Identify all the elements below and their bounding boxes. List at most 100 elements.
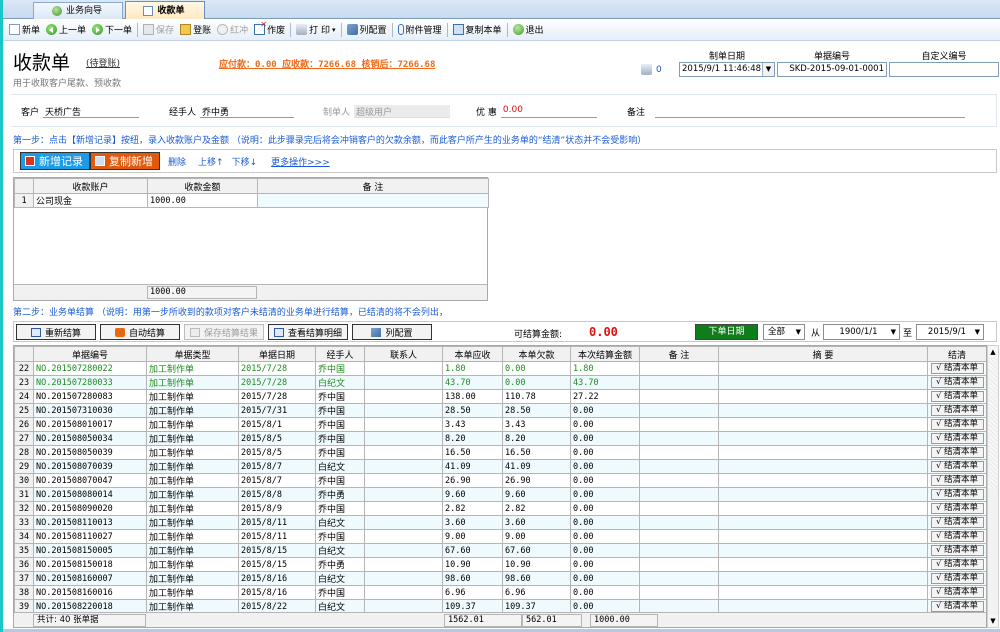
summary-cell[interactable] xyxy=(718,417,928,432)
recalculate-button[interactable]: 重新结算 xyxy=(16,324,96,340)
exit-button[interactable]: 退出 xyxy=(510,21,547,39)
from-date-picker[interactable]: 1900/1/1 ▼ xyxy=(823,324,900,340)
scroll-down-icon[interactable]: ▼ xyxy=(988,615,998,627)
custom-number-field[interactable] xyxy=(889,62,999,77)
table-row[interactable]: 30 NO.201508070047 加工制作单 2015/8/7 乔中国 26.90 26… xyxy=(14,473,986,488)
column-config-button[interactable]: 列配置 xyxy=(352,324,432,340)
settle-document-button[interactable]: √ 结清本单 xyxy=(930,489,984,500)
customer-field[interactable]: 客户 天桥广告 xyxy=(21,105,140,118)
range-select[interactable]: 全部 ▼ xyxy=(763,324,805,340)
column-config-button[interactable]: 列配置 xyxy=(344,21,390,39)
settle-document-button[interactable]: √ 结清本单 xyxy=(930,475,984,486)
settle-document-button[interactable]: √ 结清本单 xyxy=(930,433,984,444)
settle-cell[interactable]: 27.22 xyxy=(570,389,640,404)
summary-cell[interactable] xyxy=(718,445,928,460)
handler-input[interactable]: 乔中勇 xyxy=(200,105,295,118)
column-header[interactable]: 单据日期 xyxy=(238,346,316,362)
previous-button[interactable]: 上一单 xyxy=(43,21,89,39)
table-row[interactable]: 34 NO.201508110027 加工制作单 2015/8/11 乔中国 9.00 9.… xyxy=(14,529,986,544)
chevron-down-icon[interactable]: ▼ xyxy=(762,63,774,76)
tab-receipt[interactable]: 收款单 xyxy=(125,1,205,20)
table-row[interactable]: 22 NO.201507280022 加工制作单 2015/7/28 乔中国 1.80 0.… xyxy=(14,361,986,376)
settle-cell[interactable]: 0.00 xyxy=(570,487,640,502)
auto-settle-button[interactable]: 自动结算 xyxy=(100,324,180,340)
view-settlement-detail-button[interactable]: 查看结算明细 xyxy=(268,324,348,340)
copy-document-button[interactable]: 复制本单 xyxy=(450,21,505,39)
add-record-button[interactable]: 新增记录 xyxy=(20,152,90,170)
settle-document-button[interactable]: √ 结清本单 xyxy=(930,363,984,374)
settle-document-button[interactable]: √ 结清本单 xyxy=(930,461,984,472)
table-row[interactable]: 1 公司现金 1000.00 xyxy=(14,193,489,208)
settle-cell[interactable]: 0.00 xyxy=(570,585,640,600)
settle-document-button[interactable]: √ 结清本单 xyxy=(930,503,984,514)
table-row[interactable]: 24 NO.201507280083 加工制作单 2015/7/28 乔中国 138.00… xyxy=(14,389,986,404)
column-header[interactable]: 收款账户 xyxy=(33,178,148,194)
date-picker[interactable]: 2015/9/1 11:46:48 ▼ xyxy=(679,62,775,77)
tab-business-guide[interactable]: 业务向导 xyxy=(33,2,123,19)
vertical-scrollbar[interactable]: ▲ ▼ xyxy=(987,345,999,628)
remark-cell[interactable] xyxy=(639,361,719,376)
next-button[interactable]: 下一单 xyxy=(89,21,135,39)
settle-cell[interactable]: 43.70 xyxy=(570,375,640,390)
remark-cell[interactable] xyxy=(639,557,719,572)
summary-cell[interactable] xyxy=(718,431,928,446)
column-header[interactable]: 本次结算金额 xyxy=(570,346,640,362)
summary-cell[interactable] xyxy=(718,389,928,404)
remark-cell[interactable] xyxy=(639,571,719,586)
column-header[interactable]: 摘 要 xyxy=(718,346,928,362)
settle-cell[interactable]: 0.00 xyxy=(570,445,640,460)
remark-cell[interactable] xyxy=(639,417,719,432)
settle-cell[interactable]: 0.00 xyxy=(570,543,640,558)
column-header[interactable]: 备 注 xyxy=(639,346,719,362)
print-count[interactable]: 0 xyxy=(641,64,662,75)
table-row[interactable]: 35 NO.201508150005 加工制作单 2015/8/15 白纪文 67.60 6… xyxy=(14,543,986,558)
move-up-link[interactable]: 上移↑ xyxy=(198,155,224,168)
settle-cell[interactable]: 0.00 xyxy=(570,515,640,530)
discount-input[interactable]: 0.00 xyxy=(500,105,597,118)
settle-cell[interactable]: 0.00 xyxy=(570,473,640,488)
settle-document-button[interactable]: √ 结清本单 xyxy=(930,587,984,598)
to-date-picker[interactable]: 2015/9/1 ▼ xyxy=(916,324,984,340)
remark-cell[interactable] xyxy=(639,459,719,474)
column-header[interactable]: 单据编号 xyxy=(33,346,147,362)
table-row[interactable]: 37 NO.201508160007 加工制作单 2015/8/16 白纪文 98.60 9… xyxy=(14,571,986,586)
table-row[interactable]: 32 NO.201508090020 加工制作单 2015/8/9 乔中国 2.82 2.8… xyxy=(14,501,986,516)
table-row[interactable]: 27 NO.201508050034 加工制作单 2015/8/5 乔中国 8.20 8.2… xyxy=(14,431,986,446)
discount-field[interactable]: 优 惠 0.00 xyxy=(476,105,597,118)
remark-field[interactable]: 备注 xyxy=(627,105,966,118)
settle-document-button[interactable]: √ 结清本单 xyxy=(930,405,984,416)
remark-cell[interactable] xyxy=(639,473,719,488)
column-header[interactable]: 经手人 xyxy=(315,346,365,362)
summary-cell[interactable] xyxy=(718,571,928,586)
status-link[interactable]: (待登账) xyxy=(86,56,120,69)
table-row[interactable]: 38 NO.201508160016 加工制作单 2015/8/16 乔中国 6.96 6.… xyxy=(14,585,986,600)
settle-cell[interactable]: 0.00 xyxy=(570,431,640,446)
attachment-button[interactable]: 附件管理 xyxy=(395,21,445,39)
balance-summary[interactable]: 应付款：0.00 应收款：7266.68 核销后：7266.68 xyxy=(219,57,435,70)
table-row[interactable]: 36 NO.201508150018 加工制作单 2015/8/15 乔中勇 10.90 1… xyxy=(14,557,986,572)
void-button[interactable]: 作废 xyxy=(251,20,288,39)
amount-cell[interactable]: 1000.00 xyxy=(147,193,258,208)
post-button[interactable]: 登账 xyxy=(177,21,214,39)
summary-cell[interactable] xyxy=(718,459,928,474)
remark-cell[interactable] xyxy=(639,487,719,502)
summary-cell[interactable] xyxy=(718,515,928,530)
scroll-up-icon[interactable]: ▲ xyxy=(988,346,998,358)
remark-cell[interactable] xyxy=(639,501,719,516)
column-header[interactable]: 联系人 xyxy=(364,346,443,362)
summary-cell[interactable] xyxy=(718,543,928,558)
settle-document-button[interactable]: √ 结清本单 xyxy=(930,601,984,612)
delete-link[interactable]: 删除 xyxy=(168,155,186,168)
column-header[interactable]: 收款金额 xyxy=(147,178,258,194)
settle-document-button[interactable]: √ 结清本单 xyxy=(930,517,984,528)
settle-document-button[interactable]: √ 结清本单 xyxy=(930,531,984,542)
handler-field[interactable]: 经手人 乔中勇 xyxy=(169,105,295,118)
save-button[interactable]: 保存 xyxy=(140,21,177,39)
settle-cell[interactable]: 0.00 xyxy=(570,403,640,418)
settle-document-button[interactable]: √ 结清本单 xyxy=(930,391,984,402)
print-button[interactable]: 打 印 ▾ xyxy=(293,21,338,39)
settle-document-button[interactable]: √ 结清本单 xyxy=(930,545,984,556)
remark-cell[interactable] xyxy=(639,529,719,544)
remark-cell[interactable] xyxy=(639,375,719,390)
table-row[interactable]: 33 NO.201508110013 加工制作单 2015/8/11 白纪文 3.60 3.… xyxy=(14,515,986,530)
